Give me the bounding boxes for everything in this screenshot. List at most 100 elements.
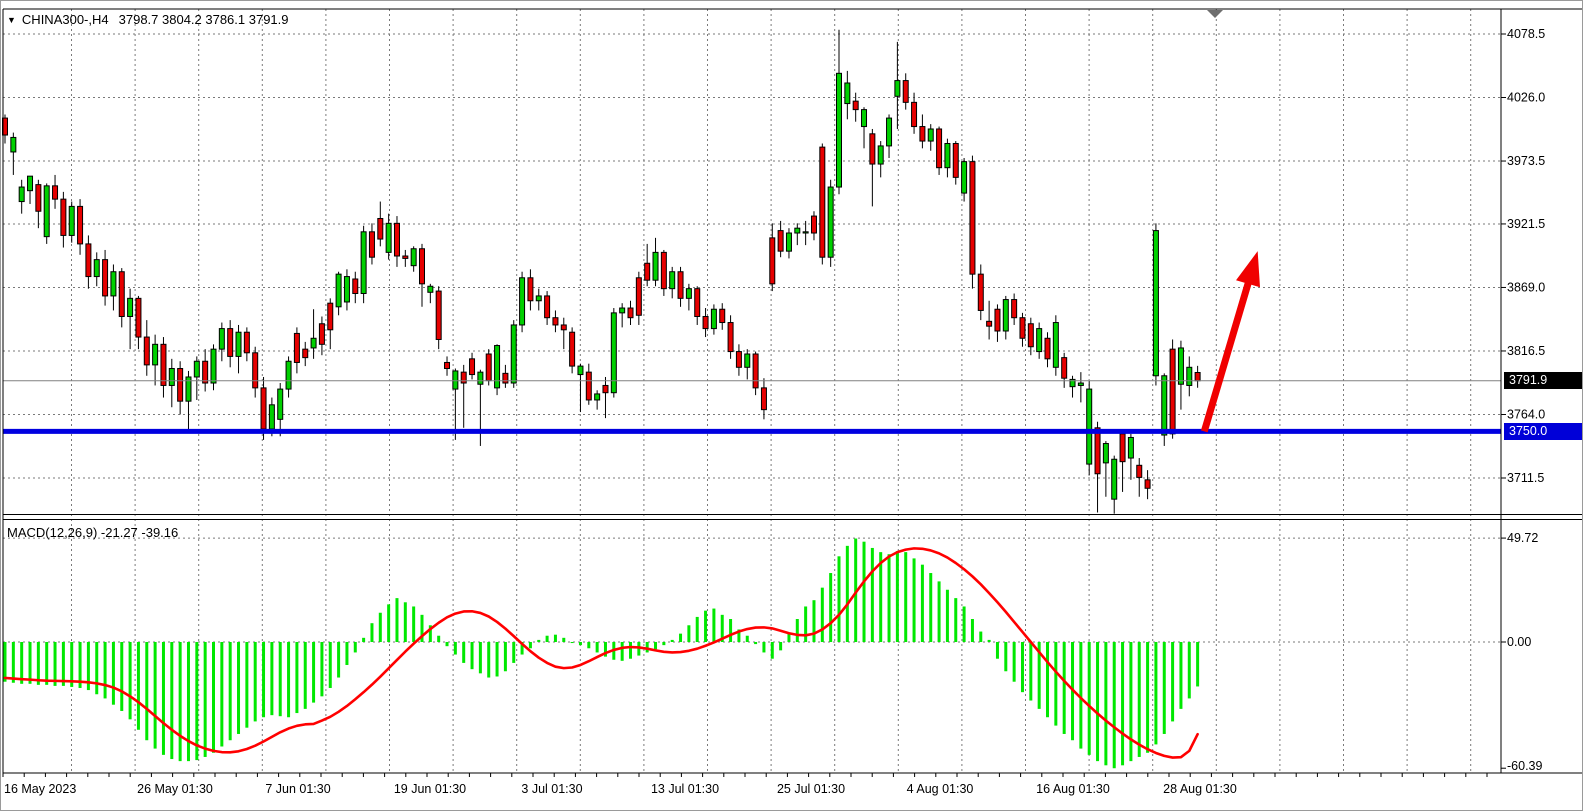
macd-bar — [1129, 642, 1132, 761]
candlestick — [461, 372, 466, 383]
price-axis-label: 4026.0 — [1507, 91, 1545, 105]
macd-bar — [971, 619, 974, 642]
macd-bar — [229, 642, 232, 740]
candlestick — [1128, 437, 1133, 458]
macd-bar — [1196, 642, 1199, 686]
candlestick — [1045, 338, 1050, 359]
macd-bar — [412, 606, 415, 642]
macd-bar — [1171, 642, 1174, 721]
macd-bar — [1013, 642, 1016, 682]
candlestick — [603, 385, 608, 392]
candlestick — [678, 272, 683, 299]
time-axis-label: 7 Jun 01:30 — [265, 782, 330, 796]
candlestick — [628, 308, 633, 318]
macd-bar — [529, 642, 532, 648]
candlestick — [595, 394, 600, 400]
candlestick — [661, 252, 666, 288]
macd-bar — [362, 638, 365, 642]
price-axis-label: 3869.0 — [1507, 280, 1545, 294]
candlestick — [745, 354, 750, 367]
macd-bar — [337, 642, 340, 678]
macd-bar — [279, 642, 282, 716]
macd-axis-label: 49.72 — [1507, 531, 1538, 545]
macd-bar — [1104, 642, 1107, 765]
macd-bar — [504, 642, 507, 671]
candlestick — [53, 186, 58, 199]
candlestick — [369, 232, 374, 257]
macd-bar — [187, 642, 190, 761]
macd-bar — [571, 642, 574, 643]
candlestick — [1012, 300, 1017, 318]
candlestick — [244, 332, 249, 353]
macd-bar — [212, 642, 215, 753]
candlestick — [928, 129, 933, 141]
macd-bar — [304, 642, 307, 709]
macd-bar — [462, 642, 465, 663]
candlestick — [161, 344, 166, 385]
symbol-name: CHINA300-,H4 — [22, 12, 109, 27]
macd-bar — [379, 613, 382, 642]
price-axis-label: 3764.0 — [1507, 407, 1545, 421]
symbol-title: ▼CHINA300-,H43798.7 3804.2 3786.1 3791.9 — [7, 12, 289, 27]
macd-bar — [262, 642, 265, 717]
candlestick — [119, 272, 124, 317]
macd-bar — [1054, 642, 1057, 726]
macd-bar — [1154, 642, 1157, 744]
macd-bar — [579, 642, 582, 645]
candlestick — [36, 185, 41, 212]
candlestick — [1103, 444, 1108, 463]
candlestick — [828, 187, 833, 257]
candlestick — [436, 291, 441, 339]
candlestick — [970, 162, 975, 275]
macd-bar — [562, 638, 565, 642]
macd-bar — [546, 636, 549, 642]
candlestick — [344, 277, 349, 302]
candlestick — [536, 296, 541, 301]
candlestick — [478, 372, 483, 384]
macd-bar — [329, 642, 332, 688]
macd-bar — [1046, 642, 1049, 717]
candlestick — [28, 176, 33, 191]
macd-bar — [454, 642, 457, 655]
macd-bar — [554, 635, 557, 642]
macd-bar — [596, 642, 599, 652]
candlestick — [736, 352, 741, 368]
candlestick — [111, 272, 116, 296]
candlestick — [586, 372, 591, 400]
candlestick — [236, 332, 241, 356]
macd-bar — [762, 642, 765, 652]
candlestick — [445, 362, 450, 368]
candlestick — [978, 274, 983, 310]
macd-bar — [387, 604, 390, 642]
indicator-label: MACD(12,26,9) -21.27 -39.16 — [7, 525, 178, 540]
macd-bar — [671, 640, 674, 642]
time-axis-label: 16 Aug 01:30 — [1036, 782, 1110, 796]
macd-bar — [1004, 642, 1007, 671]
macd-bar — [54, 642, 57, 686]
candlestick — [728, 323, 733, 352]
macd-bar — [629, 642, 632, 659]
macd-bar — [621, 642, 624, 661]
candlestick — [853, 101, 858, 109]
candlestick — [912, 102, 917, 126]
chart-surface[interactable]: 4078.54026.03973.53921.53869.03816.53764… — [1, 1, 1583, 811]
macd-bar — [796, 619, 799, 642]
candlestick — [319, 324, 324, 345]
chart-window: 4078.54026.03973.53921.53869.03816.53764… — [0, 0, 1583, 811]
candlestick — [670, 272, 675, 289]
price-axis-label: 3973.5 — [1507, 154, 1545, 168]
candlestick — [1087, 389, 1092, 464]
candlestick — [144, 337, 149, 365]
macd-bar — [1088, 642, 1091, 755]
macd-bar — [354, 642, 357, 652]
candlestick — [1145, 480, 1150, 488]
candlestick — [219, 329, 224, 350]
candlestick — [995, 309, 1000, 331]
candlestick — [203, 361, 208, 383]
macd-bar — [312, 642, 315, 703]
candlestick — [153, 344, 158, 365]
symbol-dropdown-icon: ▼ — [7, 15, 16, 25]
candlestick — [420, 249, 425, 284]
candlestick — [486, 354, 491, 381]
candlestick — [711, 309, 716, 328]
